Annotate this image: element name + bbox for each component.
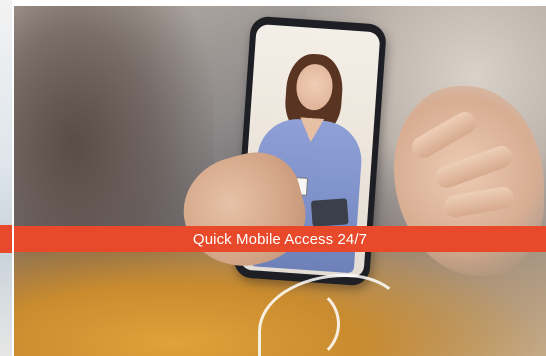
- previous-slide-edge[interactable]: [0, 0, 12, 356]
- tablet-icon: [310, 198, 349, 227]
- caption-text: Quick Mobile Access 24/7: [192, 230, 368, 248]
- carousel-frame: Quick Mobile Access 24/7: [0, 0, 546, 356]
- caption-banner: Quick Mobile Access 24/7: [14, 226, 546, 252]
- hero-image: [14, 6, 546, 356]
- earphone-cable-loop: [264, 286, 340, 356]
